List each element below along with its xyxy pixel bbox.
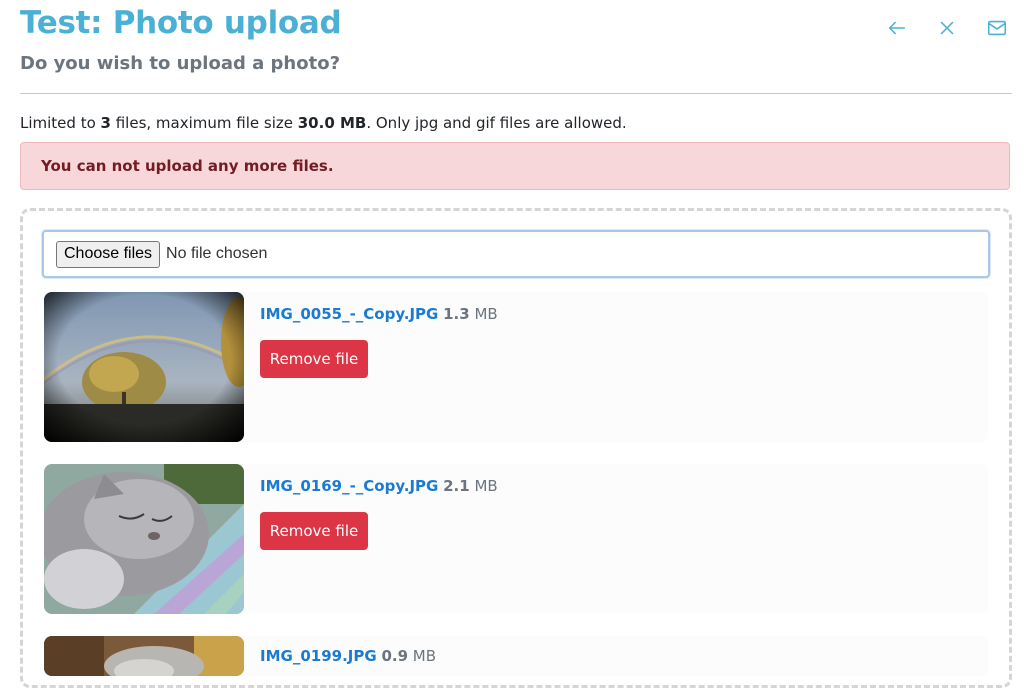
- back-button[interactable]: [881, 14, 913, 42]
- file-name-link[interactable]: IMG_0169_-_Copy.JPG: [260, 477, 438, 495]
- upload-dropzone[interactable]: [20, 208, 1012, 688]
- upload-limit-alert: You can not upload any more files.: [20, 142, 1010, 190]
- file-thumbnail[interactable]: [44, 292, 244, 442]
- file-info: IMG_0169_-_Copy.JPG 2.1 MB: [260, 476, 498, 496]
- file-info: IMG_0199.JPG 0.9 MB: [260, 646, 436, 666]
- file-name-link[interactable]: IMG_0199.JPG: [260, 647, 377, 665]
- file-info: IMG_0055_-_Copy.JPG 1.3 MB: [260, 304, 498, 324]
- header-divider: [20, 93, 1012, 94]
- page-subtitle: Do you wish to upload a photo?: [20, 53, 341, 74]
- alert-message: You can not upload any more files.: [41, 157, 334, 175]
- page-title: Test: Photo upload: [20, 5, 342, 41]
- file-size: 1.3: [443, 305, 470, 323]
- toolbar: [881, 14, 1013, 42]
- file-size-unit: MB: [474, 305, 498, 323]
- file-size-unit: MB: [474, 477, 498, 495]
- remove-file-button[interactable]: Remove file: [260, 340, 368, 378]
- file-size: 2.1: [443, 477, 470, 495]
- rainbow-tree-photo: [44, 292, 244, 442]
- mail-icon: [987, 20, 1007, 36]
- file-thumbnail[interactable]: [44, 636, 244, 676]
- arrow-left-icon: [888, 21, 906, 35]
- file-item: IMG_0199.JPG 0.9 MB: [44, 636, 988, 676]
- file-input-status: No file chosen: [166, 245, 268, 262]
- close-icon: [940, 21, 954, 35]
- max-file-size: 30.0 MB: [297, 114, 367, 132]
- max-files-count: 3: [100, 114, 111, 132]
- limits-suffix: . Only jpg and gif files are allowed.: [366, 114, 627, 132]
- file-item: IMG_0169_-_Copy.JPG 2.1 MB Remove file: [44, 464, 988, 614]
- remove-file-button[interactable]: Remove file: [260, 512, 368, 550]
- cat-photo: [44, 636, 244, 676]
- limits-files-text: files, maximum file size: [110, 114, 298, 132]
- sleeping-cat-photo: [44, 464, 244, 614]
- close-button[interactable]: [931, 14, 963, 42]
- file-item: IMG_0055_-_Copy.JPG 1.3 MB Remove file: [44, 292, 988, 442]
- mail-button[interactable]: [981, 14, 1013, 42]
- upload-limits-text: Limited to 3 files, maximum file size 30…: [20, 113, 627, 133]
- file-thumbnail[interactable]: [44, 464, 244, 614]
- limits-prefix: Limited to: [20, 114, 101, 132]
- file-size-unit: MB: [412, 647, 437, 665]
- choose-files-button[interactable]: Choose files: [56, 240, 161, 268]
- file-size: 0.9: [381, 647, 409, 665]
- file-name-link[interactable]: IMG_0055_-_Copy.JPG: [260, 305, 438, 323]
- file-input[interactable]: Choose files No file chosen: [42, 230, 990, 278]
